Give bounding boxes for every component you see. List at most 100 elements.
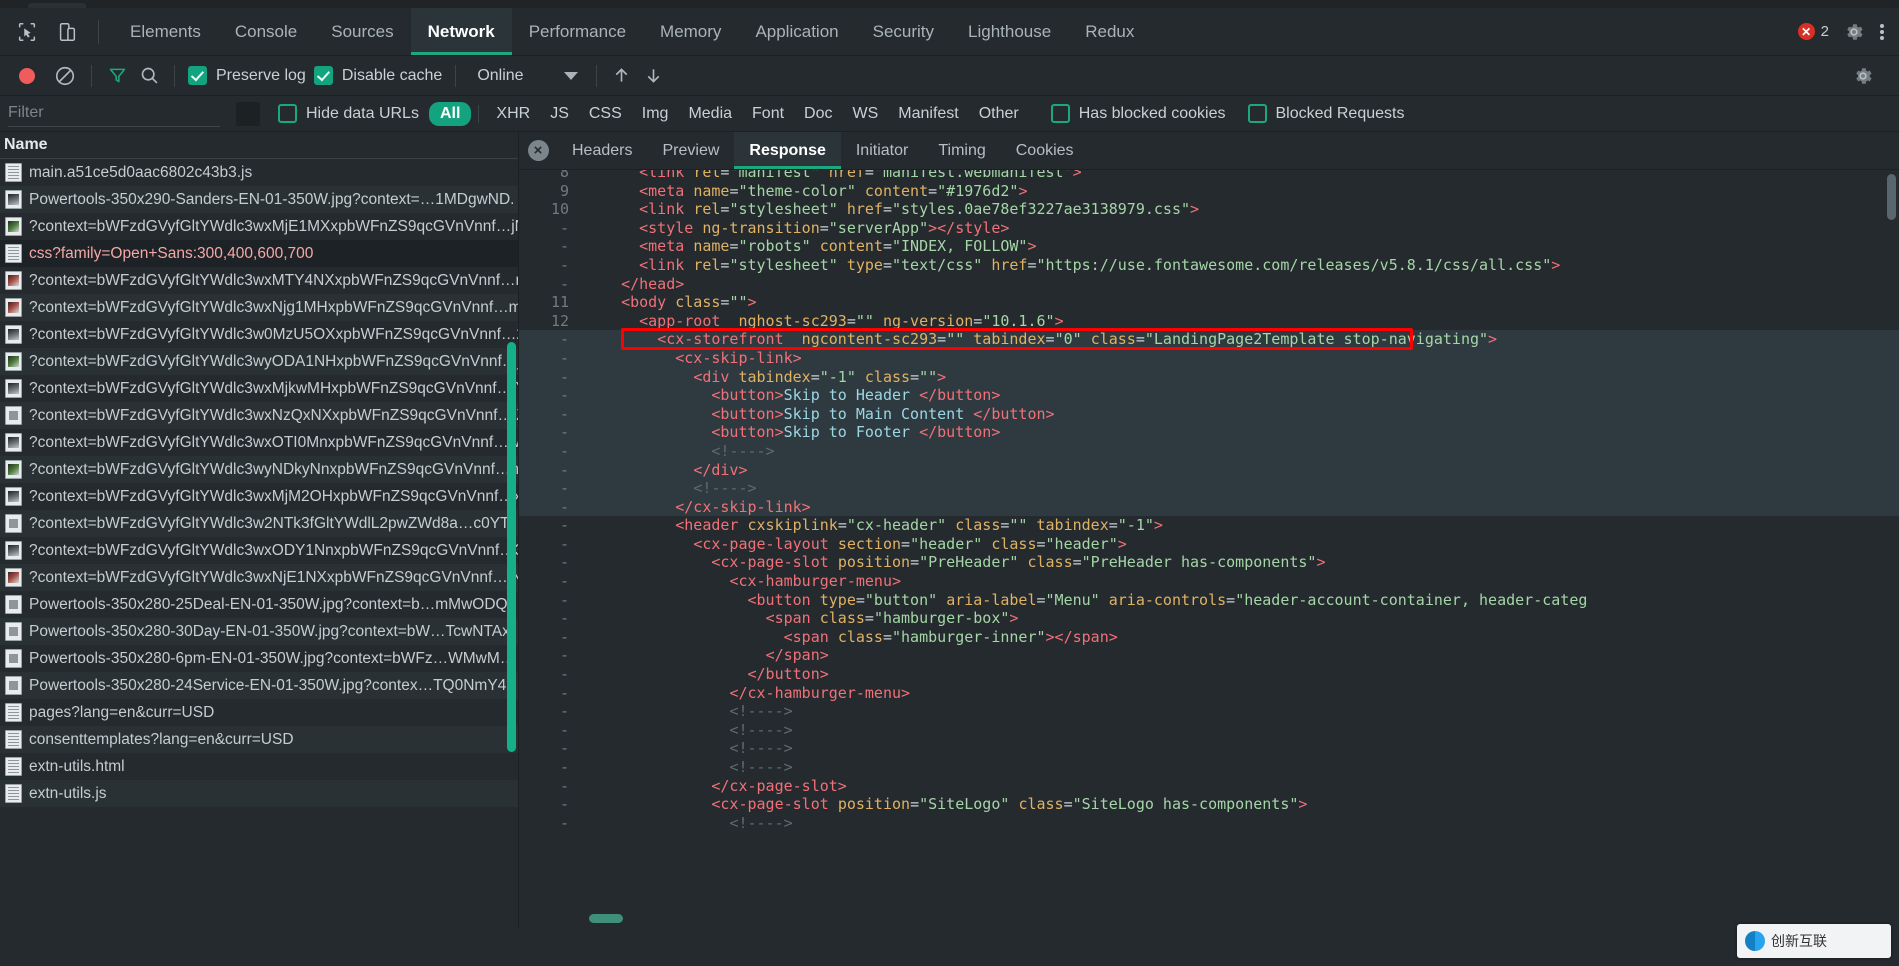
tab-console[interactable]: Console: [218, 8, 314, 55]
table-row[interactable]: main.a51ce5d0aac6802c43b3.js: [0, 159, 518, 186]
tab-label: Lighthouse: [968, 21, 1052, 41]
import-har-icon[interactable]: [606, 60, 638, 92]
code-text: <meta name="theme-color" content="#1976d…: [639, 181, 1028, 200]
table-row[interactable]: ?context=bWFzdGVyfGltYWdlc3wxNzQxNXxpbWF…: [0, 402, 518, 429]
tab-lighthouse[interactable]: Lighthouse: [951, 8, 1068, 55]
table-row[interactable]: ?context=bWFzdGVyfGltYWdlc3wxMjM2OHxpbWF…: [0, 483, 518, 510]
table-row[interactable]: consenttemplates?lang=en&curr=USD: [0, 726, 518, 753]
line-number: -: [559, 758, 569, 776]
type-filter-all[interactable]: All: [428, 101, 472, 126]
line-number: -: [559, 646, 569, 665]
request-name: ?context=bWFzdGVyfGltYWdlc3wxMjE1MXxpbWF…: [29, 217, 518, 235]
table-row[interactable]: ?context=bWFzdGVyfGltYWdlc3wxMjE1MXxpbWF…: [0, 213, 518, 240]
table-row[interactable]: ?context=bWFzdGVyfGltYWdlc3wxMjkwMHxpbWF…: [0, 375, 518, 402]
inspect-cursor-icon[interactable]: [10, 15, 44, 49]
request-name: Powertools-350x280-25Deal-EN-01-350W.jpg…: [29, 595, 512, 613]
table-row[interactable]: ?context=bWFzdGVyfGltYWdlc3wxNjE1NXxpbWF…: [0, 564, 518, 591]
type-filter-manifest[interactable]: Manifest: [888, 103, 968, 125]
detail-tab-initiator[interactable]: Initiator: [841, 132, 923, 169]
tab-elements[interactable]: Elements: [113, 8, 218, 55]
request-name: ?context=bWFzdGVyfGltYWdlc3wxMjkwMHxpbWF…: [29, 379, 518, 397]
code-text: <button>Skip to Main Content </button>: [711, 404, 1055, 423]
table-row[interactable]: Powertools-350x280-6pm-EN-01-350W.jpg?co…: [0, 645, 518, 672]
error-count: 2: [1820, 23, 1829, 40]
clear-button[interactable]: [48, 59, 82, 93]
tab-application[interactable]: Application: [738, 8, 855, 55]
table-row[interactable]: ?context=bWFzdGVyfGltYWdlc3wxOTI0MnxpbWF…: [0, 429, 518, 456]
disable-cache-checkbox[interactable]: Disable cache: [310, 66, 447, 85]
response-vertical-scrollbar[interactable]: [1887, 174, 1896, 220]
table-row[interactable]: ?context=bWFzdGVyfGltYWdlc3wxMTY4NXxpbWF…: [0, 267, 518, 294]
code-line: - <cx-page-slot position="SiteLogo" clas…: [519, 795, 1899, 814]
request-list-scrollbar[interactable]: [507, 342, 516, 752]
table-row[interactable]: pages?lang=en&curr=USD: [0, 699, 518, 726]
table-row[interactable]: ?context=bWFzdGVyfGltYWdlc3wxNjg1MHxpbWF…: [0, 294, 518, 321]
resource-type-icon: [5, 244, 22, 263]
detail-tab-timing[interactable]: Timing: [923, 132, 1000, 169]
filter-icon[interactable]: [101, 60, 133, 92]
toolbar-divider: [595, 64, 597, 87]
table-row[interactable]: ?context=bWFzdGVyfGltYWdlc3wyNDkyNnxpbWF…: [0, 456, 518, 483]
request-name: ?context=bWFzdGVyfGltYWdlc3wxODY1NnxpbWF…: [29, 541, 518, 559]
type-filter-ws[interactable]: WS: [842, 103, 888, 125]
table-row[interactable]: Powertools-350x280-30Day-EN-01-350W.jpg?…: [0, 618, 518, 645]
type-filter-css[interactable]: CSS: [579, 103, 632, 125]
table-row[interactable]: ?context=bWFzdGVyfGltYWdlc3w0MzU5OXxpbWF…: [0, 321, 518, 348]
detail-tab-preview[interactable]: Preview: [647, 132, 734, 169]
type-filter-media[interactable]: Media: [678, 103, 742, 125]
search-icon[interactable]: [133, 60, 165, 92]
close-detail-button[interactable]: ×: [519, 132, 557, 169]
resource-type-icon: [5, 622, 22, 641]
tab-sources[interactable]: Sources: [314, 8, 410, 55]
type-filter-other[interactable]: Other: [969, 103, 1029, 125]
table-row[interactable]: Powertools-350x280-25Deal-EN-01-350W.jpg…: [0, 591, 518, 618]
device-toolbar-icon[interactable]: [50, 15, 84, 49]
code-line: - <!---->: [519, 814, 1899, 833]
filter-input[interactable]: [8, 100, 220, 127]
table-row[interactable]: extn-utils.html: [0, 753, 518, 780]
line-number: -: [559, 702, 569, 721]
tab-network[interactable]: Network: [410, 8, 512, 55]
table-row[interactable]: ?context=bWFzdGVyfGltYWdlc3wyODA1NHxpbWF…: [0, 348, 518, 375]
type-filter-js[interactable]: JS: [540, 103, 579, 125]
more-options-icon[interactable]: [1879, 21, 1885, 43]
preserve-log-checkbox[interactable]: Preserve log: [184, 66, 310, 85]
table-row[interactable]: css?family=Open+Sans:300,400,600,700: [0, 240, 518, 267]
export-har-icon[interactable]: [638, 60, 670, 92]
type-filter-font[interactable]: Font: [742, 103, 794, 125]
record-button[interactable]: [10, 59, 44, 93]
network-settings-gear-icon[interactable]: [1847, 60, 1879, 92]
table-row[interactable]: Powertools-350x280-24Service-EN-01-350W.…: [0, 672, 518, 699]
has-blocked-cookies-checkbox[interactable]: Has blocked cookies: [1047, 104, 1230, 123]
table-row[interactable]: ?context=bWFzdGVyfGltYWdlc3w2NTk3fGltYWd…: [0, 510, 518, 537]
throttle-select[interactable]: Online: [465, 67, 578, 85]
devtools-left-icons: [0, 8, 113, 55]
line-number: -: [559, 404, 569, 423]
detail-tab-cookies[interactable]: Cookies: [1001, 132, 1089, 169]
hide-data-urls-checkbox[interactable]: Hide data URLs: [274, 104, 423, 123]
gear-icon[interactable]: [1843, 21, 1865, 43]
blocked-requests-checkbox[interactable]: Blocked Requests: [1244, 104, 1409, 123]
response-code-viewer[interactable]: 8 <link rel="manifest" href="manifest.we…: [519, 170, 1899, 927]
request-name: ?context=bWFzdGVyfGltYWdlc3wxNjE1NXxpbWF…: [29, 568, 518, 586]
watermark-text: 创新互联: [1771, 934, 1827, 950]
tab-memory[interactable]: Memory: [643, 8, 738, 55]
detail-tab-response[interactable]: Response: [734, 132, 842, 169]
line-number: -: [559, 218, 569, 237]
tab-security[interactable]: Security: [856, 8, 951, 55]
table-row[interactable]: ?context=bWFzdGVyfGltYWdlc3wxODY1NnxpbWF…: [0, 537, 518, 564]
type-filter-xhr[interactable]: XHR: [486, 103, 540, 125]
type-filter-doc[interactable]: Doc: [794, 103, 842, 125]
code-line: - <span class="hamburger-box">: [519, 609, 1899, 628]
error-count-badge[interactable]: ✕ 2: [1797, 23, 1829, 40]
table-row[interactable]: extn-utils.js: [0, 780, 518, 807]
code-line: - </span>: [519, 646, 1899, 665]
code-line: - <!---->: [519, 721, 1899, 740]
tab-redux[interactable]: Redux: [1068, 8, 1151, 55]
table-row[interactable]: Powertools-350x290-Sanders-EN-01-350W.jp…: [0, 186, 518, 213]
type-filter-img[interactable]: Img: [632, 103, 679, 125]
response-horizontal-scrollbar[interactable]: [589, 914, 623, 923]
resource-type-icon: [5, 460, 22, 479]
tab-performance[interactable]: Performance: [512, 8, 643, 55]
detail-tab-headers[interactable]: Headers: [557, 132, 647, 169]
